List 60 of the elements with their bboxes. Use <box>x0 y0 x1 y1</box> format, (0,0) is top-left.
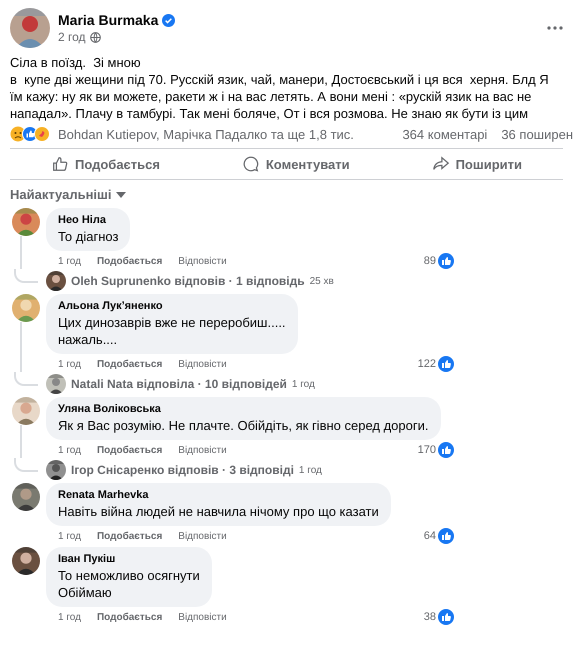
like-count: 89 <box>424 255 436 267</box>
reply-time: 25 хв <box>310 276 334 286</box>
reply-link[interactable]: Відповісти <box>178 358 227 370</box>
like-link[interactable]: Подобається <box>96 444 162 456</box>
like-icon <box>438 356 454 372</box>
comments-count[interactable]: 364 коментарі <box>402 126 488 142</box>
reply-link[interactable]: Відповісти <box>178 530 227 542</box>
comment-time[interactable]: 1 год <box>58 612 81 622</box>
comment-text: Цих динозаврів вже не переробиш..... нажаль.... <box>58 314 286 348</box>
reply-link[interactable]: Відповісти <box>178 444 227 456</box>
share-button[interactable]: Поширити <box>422 151 532 177</box>
comment-text: Як я Вас розумію. Не плачте. Обійдіть, як гівно серед дороги. <box>58 417 428 434</box>
like-link[interactable]: Подобається <box>96 358 162 370</box>
globe-icon <box>90 32 101 42</box>
comment-time[interactable]: 1 год <box>58 256 81 266</box>
comment-text: То діагноз <box>58 228 118 245</box>
like-link[interactable]: Подобається <box>96 256 162 266</box>
like-count: 170 <box>418 444 436 456</box>
reply-time: 1 год <box>292 378 315 390</box>
thread-line <box>14 269 38 283</box>
like-count: 122 <box>418 358 436 370</box>
reply-time: 1 год <box>298 464 322 476</box>
view-replies-link[interactable]: Ігор Снісаренко відповів · 3 відповіді <box>71 463 294 477</box>
like-count: 64 <box>424 530 436 542</box>
commenter-name[interactable]: Уляна Воліковська <box>58 403 428 415</box>
like-icon <box>438 528 454 544</box>
comment-icon <box>242 155 260 173</box>
commenter-name[interactable]: Іван Пукіш <box>58 553 200 565</box>
comment-text: То неможливо осягнути Обіймаю <box>58 567 200 601</box>
thread-line <box>14 372 38 386</box>
comment-time[interactable]: 1 год <box>58 530 81 542</box>
comment-text: Навіть війна людей не навчила нічому про що казати <box>58 503 379 520</box>
like-count: 38 <box>424 611 436 623</box>
reply-link[interactable]: Відповісти <box>178 612 227 622</box>
view-replies-link[interactable]: Oleh Suprunenko відповів · 1 відповідь <box>71 274 305 288</box>
like-button[interactable]: Подобається <box>40 151 170 177</box>
comment-time[interactable]: 1 год <box>58 444 81 456</box>
like-icon <box>438 442 454 458</box>
caret-icon <box>116 192 126 198</box>
commenter-name[interactable]: Альона Лук’яненко <box>58 300 286 312</box>
author-name[interactable]: Maria Burmaka <box>58 12 158 28</box>
reactors-text[interactable]: Bohdan Kutiepov, Марічка Падалко та ще 1,8 тис. <box>58 126 354 142</box>
comment-button[interactable]: Коментувати <box>232 151 360 177</box>
commenter-name[interactable]: Renata Marhevka <box>58 489 379 501</box>
like-link[interactable]: Подобається <box>96 530 162 542</box>
post-text: Сіла в поїзд. Зі мною в купе дві жещини під 70. Русскій язик, чай, манери, Достоєвський і ця вся херня. Блд Я їм кажу: ну як ви можете, ракети ж і на вас летять. А вони мені : «рускій язик на вас не нападал». Плачу в тамбурі. Так мені боляче, От і вся розмова. Не знаю як бути із цим <box>9 54 550 123</box>
thumbs-up-icon <box>50 155 69 173</box>
reply-link[interactable]: Відповісти <box>178 256 227 266</box>
reactions-icon <box>10 126 52 142</box>
view-replies-link[interactable]: Natali Nata відповіла · 10 відповідей <box>71 377 287 391</box>
post-time[interactable]: 2 год <box>58 30 86 44</box>
more-icon[interactable] <box>547 26 563 30</box>
like-link[interactable]: Подобається <box>96 612 162 622</box>
shares-count[interactable]: 36 поширен <box>501 126 573 142</box>
commenter-name[interactable]: Нео Ніла <box>58 214 118 226</box>
comment-time[interactable]: 1 год <box>58 358 81 370</box>
like-icon <box>438 253 454 269</box>
like-icon <box>438 609 454 625</box>
thread-line <box>14 458 38 472</box>
sort-dropdown[interactable]: Найактуальніші <box>0 180 136 205</box>
